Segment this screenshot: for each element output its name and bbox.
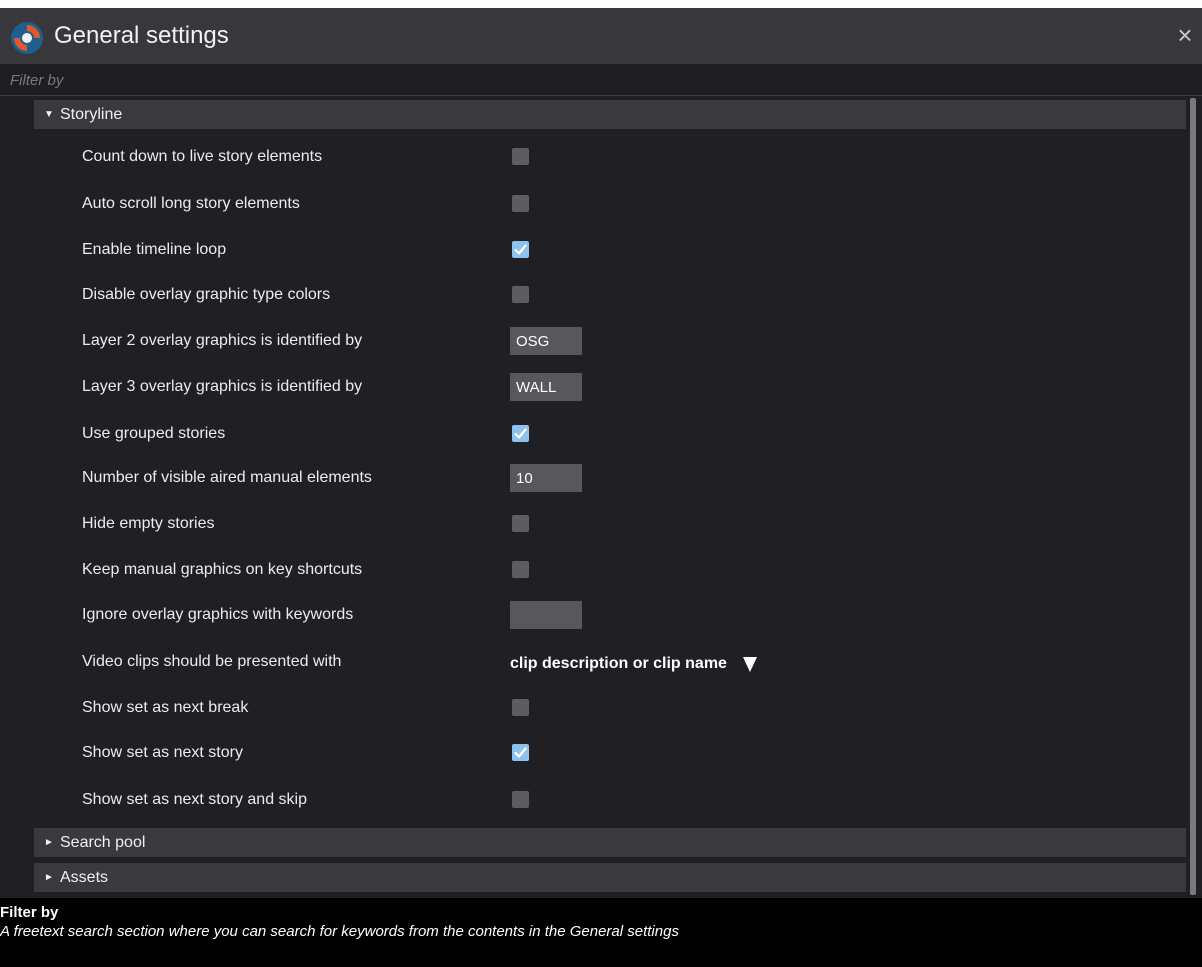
setting-label: Ignore overlay graphics with keywords <box>82 606 354 623</box>
setting-row: Use grouped stories <box>82 420 1182 450</box>
setting-row: Layer 3 overlay graphics is identified b… <box>82 373 1182 403</box>
setting-label: Layer 2 overlay graphics is identified b… <box>82 332 363 349</box>
setting-label: Layer 3 overlay graphics is identified b… <box>82 378 363 395</box>
help-panel: Filter by A freetext search section wher… <box>0 898 1202 967</box>
help-description: A freetext search section where you can … <box>0 923 679 940</box>
checkmark-icon <box>514 428 527 439</box>
help-heading: Filter by <box>0 904 59 921</box>
dropdown-value: clip description or clip name <box>510 655 727 672</box>
setting-checkbox[interactable] <box>512 791 529 808</box>
setting-checkbox[interactable] <box>512 195 529 212</box>
setting-row: Show set as next story <box>82 739 1182 769</box>
setting-text-input[interactable] <box>510 464 582 492</box>
setting-checkbox[interactable] <box>512 561 529 578</box>
setting-label: Hide empty stories <box>82 515 215 532</box>
section-label: Storyline <box>60 105 123 123</box>
setting-label: Count down to live story elements <box>82 148 323 165</box>
setting-label: Show set as next story <box>82 744 243 761</box>
setting-row: Ignore overlay graphics with keywords <box>82 601 1182 631</box>
setting-row: Keep manual graphics on key shortcuts <box>82 556 1182 586</box>
setting-checkbox[interactable] <box>512 515 529 532</box>
setting-text-input[interactable] <box>510 601 582 629</box>
title-bar: General settings × <box>0 8 1202 64</box>
setting-text-input[interactable] <box>510 327 582 355</box>
setting-row: Video clips should be presented with cli… <box>82 648 1182 678</box>
checkmark-icon <box>514 244 527 255</box>
window-title: General settings <box>54 22 229 49</box>
setting-row: Number of visible aired manual elements <box>82 464 1182 494</box>
checkmark-icon <box>514 747 527 758</box>
chevron-down-icon <box>742 656 757 672</box>
section-header-storyline[interactable]: ▼ Storyline <box>34 100 1186 129</box>
window-top-edge <box>0 0 1202 8</box>
setting-row: Show set as next break <box>82 694 1182 724</box>
setting-checkbox[interactable] <box>512 699 529 716</box>
setting-row: Disable overlay graphic type colors <box>82 281 1182 311</box>
setting-row: Count down to live story elements <box>82 143 1182 173</box>
setting-checkbox[interactable] <box>512 148 529 165</box>
setting-row: Layer 2 overlay graphics is identified b… <box>82 327 1182 357</box>
close-icon[interactable]: × <box>1172 20 1198 50</box>
chevron-right-icon: ► <box>44 872 54 883</box>
filter-input[interactable] <box>8 67 1192 93</box>
setting-label: Number of visible aired manual elements <box>82 469 372 486</box>
chevron-down-icon: ▼ <box>44 109 54 120</box>
settings-content: ▼ Storyline Count down to live story ele… <box>0 96 1202 898</box>
setting-row: Enable timeline loop <box>82 236 1182 266</box>
presentation-dropdown[interactable]: clip description or clip name <box>510 652 757 676</box>
setting-label: Keep manual graphics on key shortcuts <box>82 561 363 578</box>
section-label: Search pool <box>60 833 146 851</box>
setting-text-input[interactable] <box>510 373 582 401</box>
setting-checkbox[interactable] <box>512 286 529 303</box>
setting-label: Show set as next story and skip <box>82 791 307 808</box>
app-logo-icon <box>11 22 43 54</box>
chevron-right-icon: ► <box>44 837 54 848</box>
section-header-search-pool[interactable]: ► Search pool <box>34 828 1186 857</box>
setting-row: Show set as next story and skip <box>82 786 1182 816</box>
setting-checkbox[interactable] <box>512 425 529 442</box>
setting-row: Auto scroll long story elements <box>82 190 1182 220</box>
setting-label: Disable overlay graphic type colors <box>82 286 331 303</box>
filter-bar <box>0 64 1202 96</box>
setting-label: Use grouped stories <box>82 425 226 442</box>
section-label: Assets <box>60 868 109 886</box>
setting-label: Auto scroll long story elements <box>82 195 300 212</box>
setting-checkbox[interactable] <box>512 744 529 761</box>
setting-label: Enable timeline loop <box>82 241 227 258</box>
setting-row: Hide empty stories <box>82 510 1182 540</box>
section-header-assets[interactable]: ► Assets <box>34 863 1186 892</box>
vertical-scrollbar[interactable] <box>1190 98 1196 895</box>
setting-label: Video clips should be presented with <box>82 653 342 670</box>
setting-checkbox[interactable] <box>512 241 529 258</box>
setting-label: Show set as next break <box>82 699 249 716</box>
